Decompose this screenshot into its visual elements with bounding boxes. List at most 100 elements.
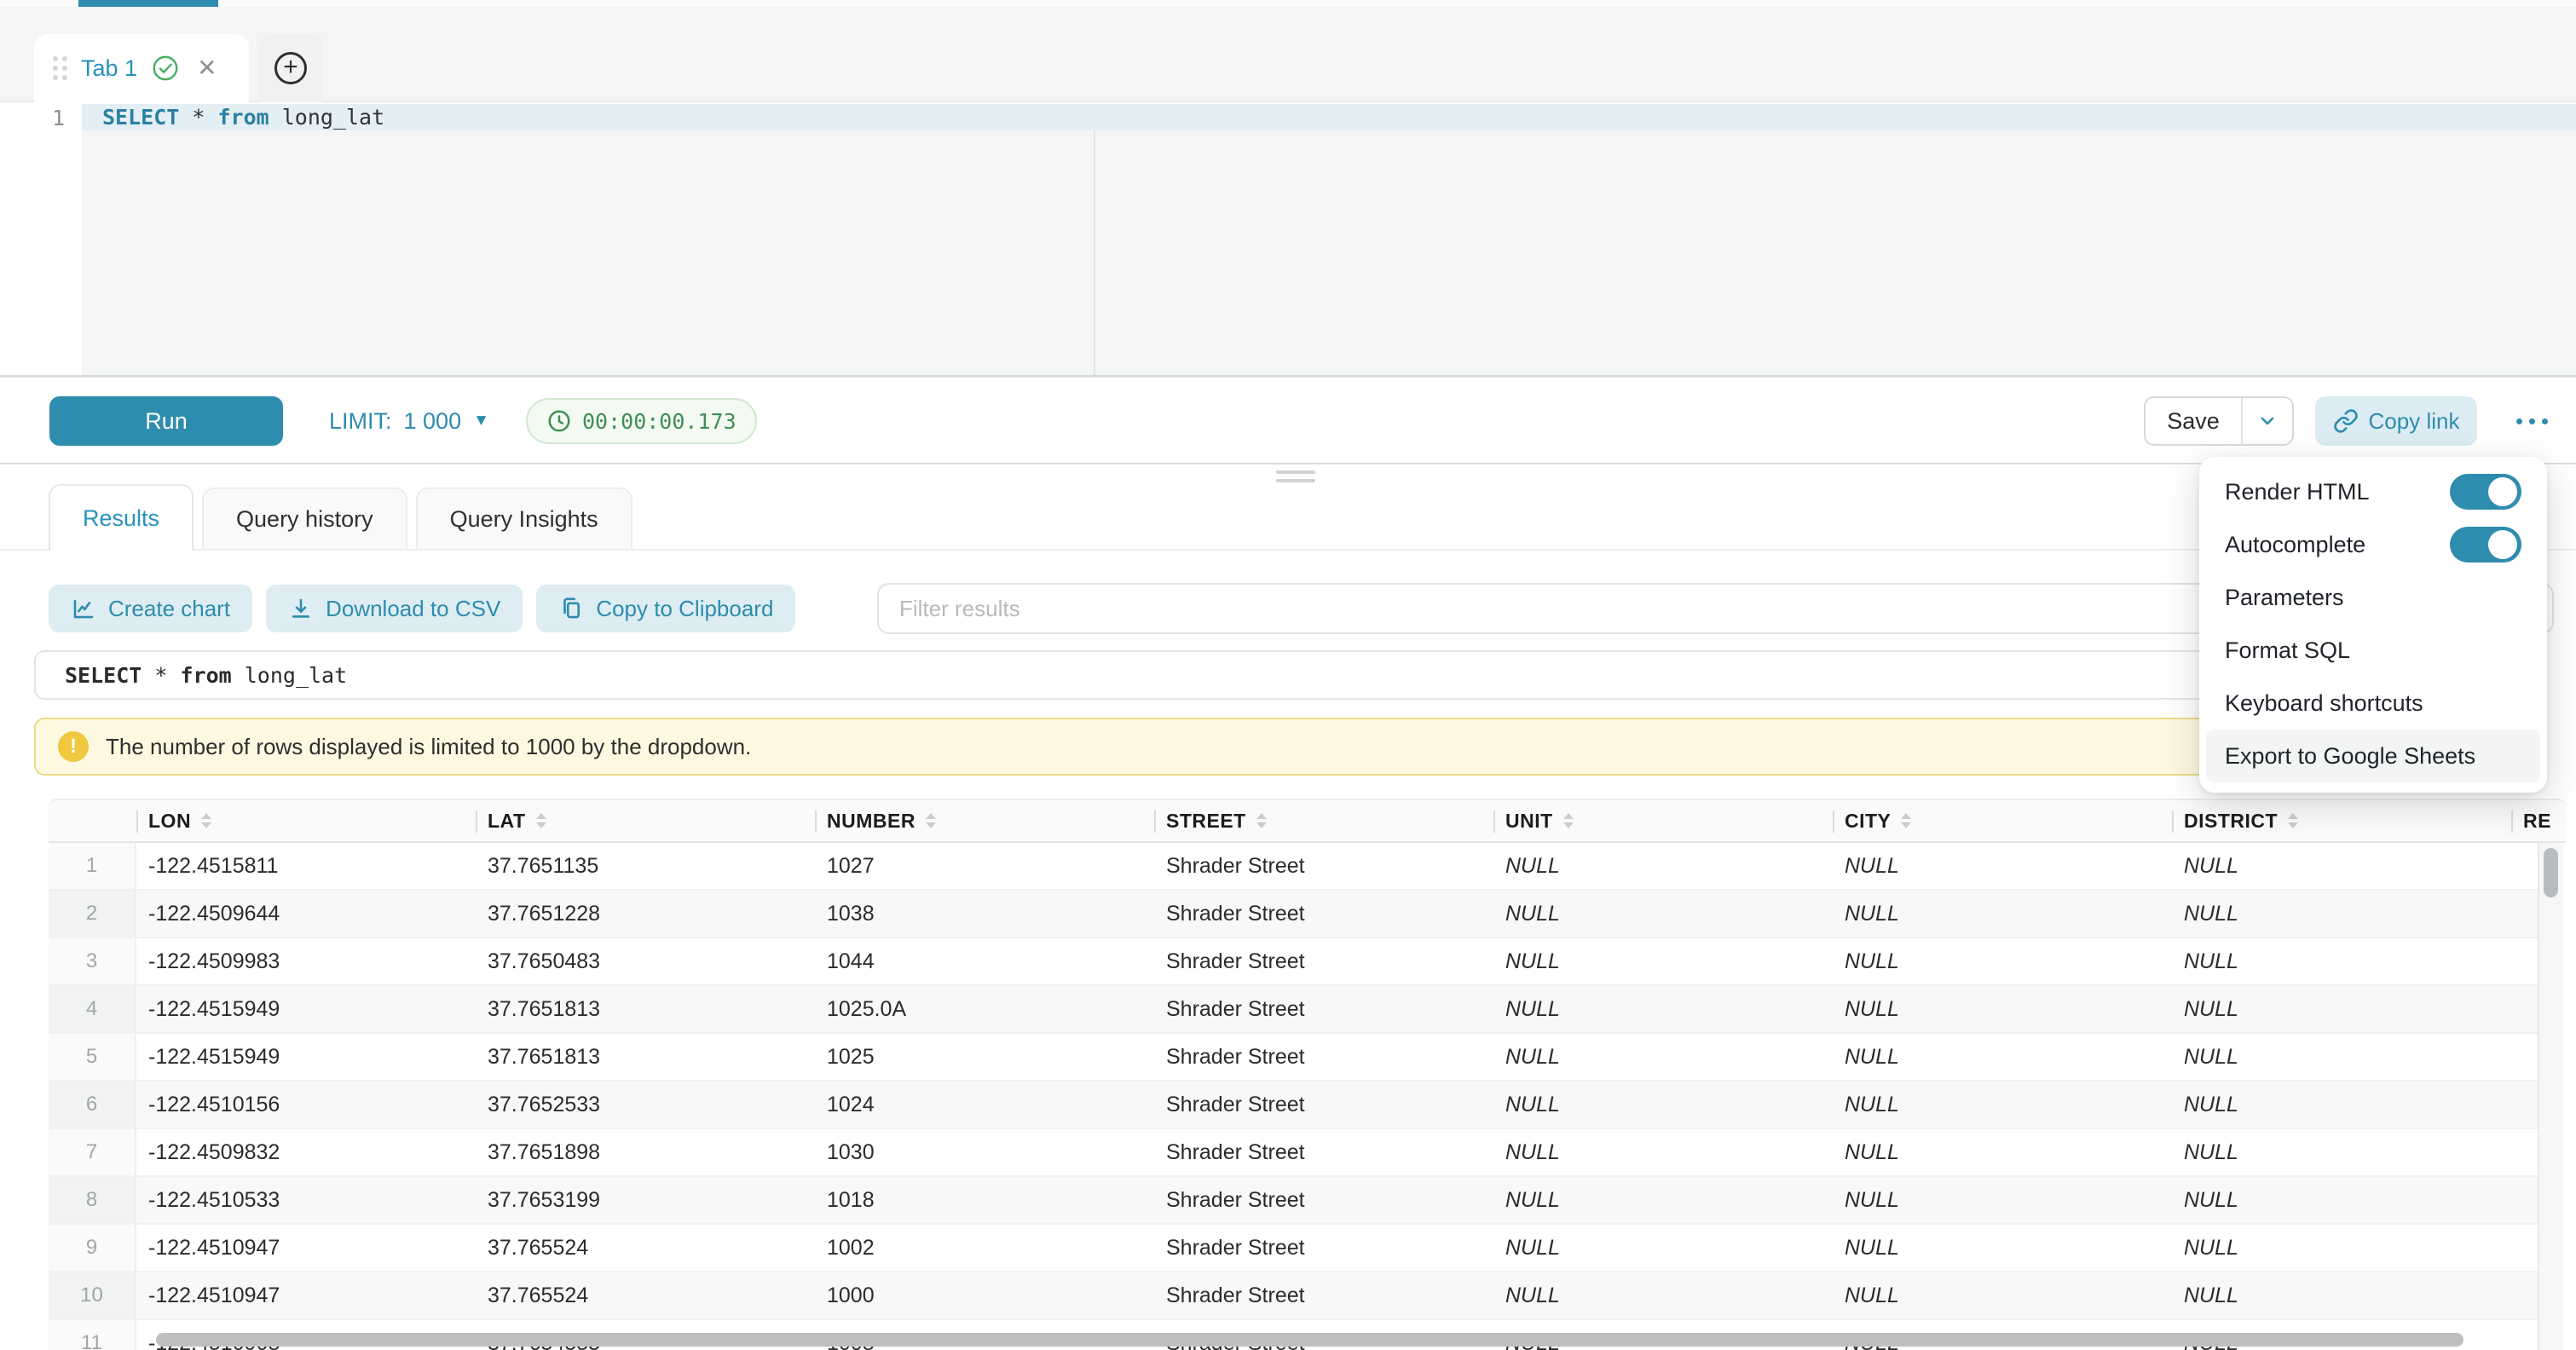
- column-header-re[interactable]: RE: [2511, 800, 2566, 841]
- more-options-button[interactable]: [2504, 396, 2559, 446]
- cell-district[interactable]: NULL: [2172, 1177, 2511, 1223]
- cell-unit[interactable]: NULL: [1493, 1082, 1833, 1128]
- table-row[interactable]: 1-122.451581137.76511351027Shrader Stree…: [49, 843, 2538, 891]
- panel-resize-handle[interactable]: [1276, 470, 1315, 482]
- close-tab-icon[interactable]: ✕: [197, 56, 217, 80]
- cell-unit[interactable]: NULL: [1493, 843, 1833, 889]
- cell-district[interactable]: NULL: [2172, 891, 2511, 937]
- cell-number[interactable]: 1002: [815, 1225, 1154, 1271]
- menu-item-format-sql[interactable]: Format SQL: [2206, 624, 2540, 677]
- new-tab-button[interactable]: +: [259, 34, 322, 102]
- menu-item-autocomplete[interactable]: Autocomplete: [2206, 518, 2540, 571]
- cell-street[interactable]: Shrader Street: [1154, 986, 1493, 1032]
- cell-re[interactable]: [2511, 1320, 2538, 1350]
- cell-district[interactable]: NULL: [2172, 1272, 2511, 1318]
- cell-lon[interactable]: -122.4509644: [136, 891, 476, 937]
- column-header-district[interactable]: DISTRICT: [2172, 800, 2511, 841]
- sort-icon[interactable]: [1901, 813, 1911, 828]
- tab-results[interactable]: Results: [49, 484, 193, 551]
- cell-lat[interactable]: 37.7652533: [476, 1082, 815, 1128]
- render-html-toggle[interactable]: [2450, 474, 2521, 510]
- table-row[interactable]: 4-122.451594937.76518131025.0AShrader St…: [49, 986, 2538, 1034]
- cell-lat[interactable]: 37.7651135: [476, 843, 815, 889]
- column-header-number[interactable]: NUMBER: [815, 800, 1154, 841]
- editor-active-line[interactable]: SELECT * from long_lat: [82, 104, 2576, 130]
- cell-unit[interactable]: NULL: [1493, 891, 1833, 937]
- editor-empty-area[interactable]: [82, 130, 2576, 375]
- cell-street[interactable]: Shrader Street: [1154, 1272, 1493, 1318]
- cell-city[interactable]: NULL: [1833, 1225, 2172, 1271]
- cell-lat[interactable]: 37.7651898: [476, 1129, 815, 1175]
- cell-re[interactable]: [2511, 938, 2538, 984]
- table-row[interactable]: 7-122.450983237.76518981030Shrader Stree…: [49, 1129, 2538, 1177]
- cell-unit[interactable]: NULL: [1493, 986, 1833, 1032]
- cell-district[interactable]: NULL: [2172, 938, 2511, 984]
- cell-lat[interactable]: 37.7650483: [476, 938, 815, 984]
- vertical-scrollbar[interactable]: [2538, 843, 2563, 1350]
- sort-icon[interactable]: [536, 813, 546, 828]
- cell-unit[interactable]: NULL: [1493, 1034, 1833, 1080]
- cell-district[interactable]: NULL: [2172, 843, 2511, 889]
- tab-query-insights[interactable]: Query Insights: [416, 488, 632, 549]
- limit-dropdown[interactable]: LIMIT: 1 000 ▼: [329, 396, 489, 446]
- cell-unit[interactable]: NULL: [1493, 938, 1833, 984]
- sort-icon[interactable]: [201, 813, 211, 828]
- cell-number[interactable]: 1025.0A: [815, 986, 1154, 1032]
- cell-city[interactable]: NULL: [1833, 986, 2172, 1032]
- table-row[interactable]: 2-122.450964437.76512281038Shrader Stree…: [49, 891, 2538, 938]
- cell-district[interactable]: NULL: [2172, 1082, 2511, 1128]
- vertical-scrollbar-thumb[interactable]: [2544, 848, 2558, 897]
- save-options-button[interactable]: [2241, 398, 2292, 444]
- cell-street[interactable]: Shrader Street: [1154, 1225, 1493, 1271]
- cell-lon[interactable]: -122.4510156: [136, 1082, 476, 1128]
- cell-number[interactable]: 1027: [815, 843, 1154, 889]
- sort-icon[interactable]: [926, 813, 936, 828]
- sql-editor[interactable]: 1 SELECT * from long_lat: [0, 102, 2576, 378]
- cell-re[interactable]: [2511, 1034, 2538, 1080]
- cell-lon[interactable]: -122.4509832: [136, 1129, 476, 1175]
- cell-number[interactable]: 1024: [815, 1082, 1154, 1128]
- sort-icon[interactable]: [1563, 813, 1574, 828]
- cell-lon[interactable]: -122.4509983: [136, 938, 476, 984]
- cell-city[interactable]: NULL: [1833, 891, 2172, 937]
- cell-re[interactable]: [2511, 843, 2538, 889]
- cell-street[interactable]: Shrader Street: [1154, 938, 1493, 984]
- cell-lat[interactable]: 37.7651228: [476, 891, 815, 937]
- column-header-city[interactable]: CITY: [1833, 800, 2172, 841]
- table-row[interactable]: 5-122.451594937.76518131025Shrader Stree…: [49, 1034, 2538, 1082]
- copy-clipboard-button[interactable]: Copy to Clipboard: [536, 585, 795, 632]
- cell-lat[interactable]: 37.7651813: [476, 1034, 815, 1080]
- sort-icon[interactable]: [1256, 813, 1267, 828]
- cell-re[interactable]: [2511, 986, 2538, 1032]
- cell-lon[interactable]: -122.4515949: [136, 1034, 476, 1080]
- save-button[interactable]: Save: [2146, 398, 2241, 444]
- cell-re[interactable]: [2511, 1272, 2538, 1318]
- create-chart-button[interactable]: Create chart: [49, 585, 252, 632]
- cell-city[interactable]: NULL: [1833, 843, 2172, 889]
- cell-re[interactable]: [2511, 1225, 2538, 1271]
- menu-item-parameters[interactable]: Parameters: [2206, 571, 2540, 624]
- download-csv-button[interactable]: Download to CSV: [266, 585, 523, 632]
- table-row[interactable]: 10-122.451094737.7655241000Shrader Stree…: [49, 1272, 2538, 1320]
- cell-city[interactable]: NULL: [1833, 1034, 2172, 1080]
- cell-lon[interactable]: -122.4510947: [136, 1272, 476, 1318]
- cell-number[interactable]: 1030: [815, 1129, 1154, 1175]
- cell-lon[interactable]: -122.4515811: [136, 843, 476, 889]
- cell-number[interactable]: 1025: [815, 1034, 1154, 1080]
- cell-unit[interactable]: NULL: [1493, 1129, 1833, 1175]
- cell-lon[interactable]: -122.4510947: [136, 1225, 476, 1271]
- column-header-lat[interactable]: LAT: [476, 800, 815, 841]
- menu-item-export-google-sheets[interactable]: Export to Google Sheets: [2206, 730, 2540, 782]
- cell-city[interactable]: NULL: [1833, 938, 2172, 984]
- cell-re[interactable]: [2511, 1129, 2538, 1175]
- table-row[interactable]: 3-122.450998337.76504831044Shrader Stree…: [49, 938, 2538, 986]
- sort-icon[interactable]: [2288, 813, 2298, 828]
- cell-city[interactable]: NULL: [1833, 1272, 2172, 1318]
- copy-link-button[interactable]: Copy link: [2315, 396, 2477, 446]
- drag-grip-icon[interactable]: [53, 56, 67, 80]
- cell-city[interactable]: NULL: [1833, 1177, 2172, 1223]
- cell-unit[interactable]: NULL: [1493, 1272, 1833, 1318]
- cell-lat[interactable]: 37.7651813: [476, 986, 815, 1032]
- cell-city[interactable]: NULL: [1833, 1082, 2172, 1128]
- horizontal-scrollbar-thumb[interactable]: [156, 1333, 2463, 1347]
